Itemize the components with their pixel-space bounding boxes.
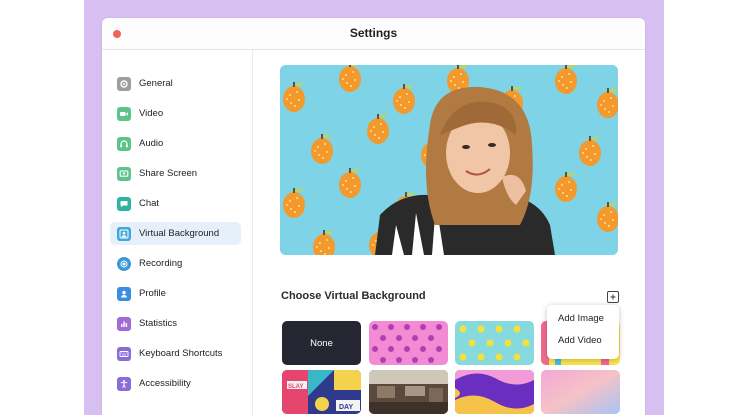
sidebar-item-label: Video — [139, 108, 164, 119]
settings-sidebar: General Video Audio Share Screen Chat Vi… — [102, 50, 253, 415]
bar-chart-icon — [117, 316, 131, 331]
sidebar-item-label: Accessibility — [139, 378, 191, 389]
sidebar-item-label: Profile — [139, 288, 166, 299]
sidebar-item-audio[interactable]: Audio — [110, 132, 241, 155]
background-thumbnail-slay-day-poster[interactable]: SLAY DAY — [282, 370, 361, 414]
sidebar-item-label: Keyboard Shortcuts — [139, 348, 223, 359]
background-thumbnail-pastel-gradient[interactable] — [541, 370, 620, 414]
headphones-icon — [117, 136, 131, 151]
sidebar-item-label: Virtual Background — [139, 228, 220, 239]
background-thumbnail-purple-waves[interactable] — [455, 370, 534, 414]
add-background-button[interactable] — [607, 291, 619, 303]
sidebar-item-profile[interactable]: Profile — [110, 282, 241, 305]
svg-text:SLAY: SLAY — [288, 384, 303, 390]
sidebar-item-label: Audio — [139, 138, 164, 149]
sidebar-item-label: Statistics — [139, 318, 178, 329]
add-video-menu-item[interactable]: Add Video — [547, 331, 619, 351]
virtual-background-panel: Choose Virtual Background None SLAY DAY … — [253, 50, 645, 415]
sidebar-item-statistics[interactable]: Statistics — [110, 312, 241, 335]
background-thumbnail-cafe-photo[interactable] — [369, 370, 448, 414]
camera-preview — [280, 65, 618, 255]
sidebar-item-chat[interactable]: Chat — [110, 192, 241, 215]
user-icon — [117, 286, 131, 301]
title-bar: Settings — [102, 18, 645, 50]
sidebar-item-label: Share Screen — [139, 168, 198, 179]
sidebar-item-general[interactable]: General — [110, 72, 241, 95]
svg-text:DAY: DAY — [339, 404, 353, 411]
chat-bubble-icon — [117, 196, 131, 211]
sidebar-item-label: General — [139, 78, 173, 89]
thumbnail-label: None — [310, 337, 333, 349]
sidebar-item-virtual-background[interactable]: Virtual Background — [110, 222, 241, 245]
sidebar-item-share-screen[interactable]: Share Screen — [110, 162, 241, 185]
accessibility-icon — [117, 376, 131, 391]
section-title: Choose Virtual Background — [281, 290, 426, 302]
sidebar-item-label: Recording — [139, 258, 183, 269]
sidebar-item-accessibility[interactable]: Accessibility — [110, 372, 241, 395]
background-thumbnail-pink-pattern[interactable] — [369, 321, 448, 365]
share-screen-icon — [117, 166, 131, 181]
background-thumbnail-none[interactable]: None — [282, 321, 361, 365]
sidebar-item-recording[interactable]: Recording — [110, 252, 241, 275]
record-icon — [117, 256, 131, 271]
background-thumbnail-yellow-pattern[interactable] — [455, 321, 534, 365]
video-camera-icon — [117, 106, 131, 121]
sidebar-item-video[interactable]: Video — [110, 102, 241, 125]
person-portrait-icon — [117, 226, 131, 241]
gear-icon — [117, 76, 131, 91]
settings-window: Settings General Video Audio Share Scree… — [102, 18, 645, 415]
add-background-menu: Add Image Add Video — [547, 305, 619, 359]
sidebar-item-label: Chat — [139, 198, 160, 209]
sidebar-item-keyboard-shortcuts[interactable]: Keyboard Shortcuts — [110, 342, 241, 365]
plus-icon — [610, 294, 616, 300]
add-image-menu-item[interactable]: Add Image — [547, 309, 619, 329]
window-title: Settings — [349, 26, 398, 40]
keyboard-icon — [117, 346, 131, 361]
